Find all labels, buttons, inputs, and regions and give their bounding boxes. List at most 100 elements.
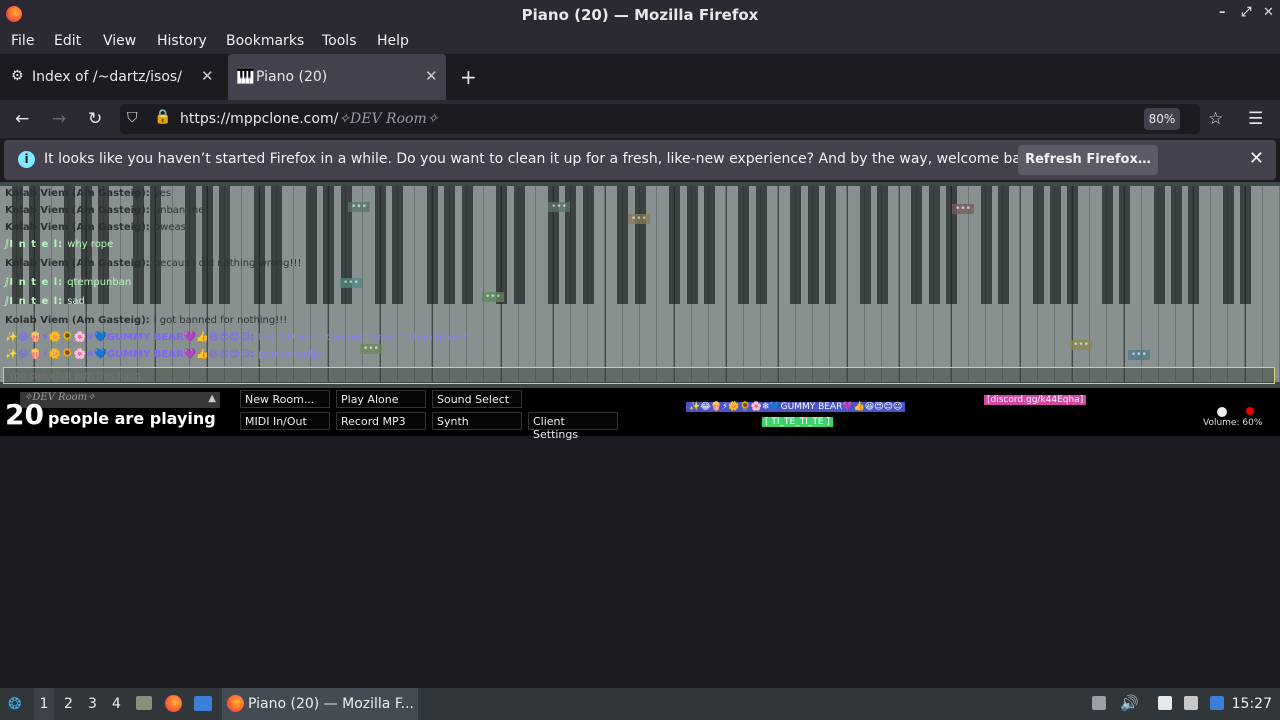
black-key[interactable]	[807, 186, 819, 304]
tab-label: Index of /~dartz/isos/	[32, 69, 182, 85]
black-key[interactable]	[859, 186, 871, 304]
taskbar-app-firefox[interactable]: Piano (20) — Mozilla F...	[222, 688, 418, 720]
black-key[interactable]	[911, 186, 923, 304]
black-key[interactable]	[997, 186, 1009, 304]
chat-message: Kolab Viem (Am Gasteig): yes	[5, 188, 172, 199]
chat-message: ⅉI n t e l: why rope	[5, 239, 114, 250]
black-key[interactable]	[1240, 186, 1252, 304]
menu-bookmarks[interactable]: Bookmarks	[226, 33, 304, 49]
globe-icon: ⚙	[11, 68, 24, 84]
record-mp3-button[interactable]: Record MP3	[336, 412, 426, 430]
url-bar[interactable]: ⛉ 🔒 https://mppclone.com/✧DEV Room✧ 80%	[120, 104, 1200, 134]
network-icon[interactable]	[1184, 696, 1198, 710]
tab-index-isos[interactable]: ⚙ Index of /~dartz/isos/ ✕	[0, 54, 226, 100]
black-key[interactable]	[1170, 186, 1182, 304]
black-key[interactable]	[1153, 186, 1165, 304]
close-tab-icon[interactable]: ✕	[425, 67, 438, 85]
black-key[interactable]	[1222, 186, 1234, 304]
black-key[interactable]	[496, 186, 508, 304]
player-count: 20 people are playing	[5, 398, 216, 431]
white-key[interactable]	[1262, 186, 1280, 382]
black-key[interactable]	[1032, 186, 1044, 304]
terminal-icon[interactable]	[194, 696, 212, 711]
synth-button[interactable]: Synth	[432, 412, 522, 430]
black-key[interactable]	[617, 186, 629, 304]
back-icon[interactable]: ←	[15, 109, 29, 129]
clipboard-icon[interactable]	[1158, 696, 1172, 710]
file-manager-icon[interactable]	[136, 696, 152, 710]
cursor-tag: •••	[1070, 340, 1092, 350]
close-window-icon[interactable]: ✕	[1263, 5, 1274, 20]
notification-bar: i It looks like you haven’t started Fire…	[4, 140, 1276, 180]
bookmark-star-icon[interactable]: ☆	[1208, 109, 1223, 129]
volume-icon[interactable]: 🔊	[1120, 694, 1139, 712]
firefox-launcher-icon[interactable]	[165, 695, 182, 712]
menu-history[interactable]: History	[157, 33, 207, 49]
new-tab-icon[interactable]: +	[460, 65, 477, 89]
record-indicator-icon	[1246, 407, 1254, 415]
chat-message: ⅉI n t e l: sad	[5, 296, 85, 307]
lock-icon[interactable]: 🔒	[154, 109, 171, 125]
volume-knob[interactable]	[1217, 407, 1227, 417]
chat-input[interactable]	[3, 367, 1275, 384]
menu-view[interactable]: View	[103, 33, 136, 49]
close-notification-icon[interactable]: ✕	[1249, 148, 1264, 169]
info-icon: i	[18, 151, 35, 168]
workspace-1[interactable]: 1	[34, 688, 54, 720]
black-key[interactable]	[738, 186, 750, 304]
piano-icon: 🎹	[236, 67, 255, 85]
black-key[interactable]	[1049, 186, 1061, 304]
url-text[interactable]: https://mppclone.com/✧DEV Room✧	[180, 111, 438, 127]
chat-message: ⅉI n t e l: qtempunban	[5, 277, 132, 288]
midi-button[interactable]: MIDI In/Out	[240, 412, 330, 430]
refresh-firefox-button[interactable]: Refresh Firefox…	[1018, 145, 1158, 175]
forward-icon[interactable]: →	[52, 109, 66, 129]
black-key[interactable]	[513, 186, 525, 304]
chat-log: Kolab Viem (Am Gasteig): yes Kolab Viem (…	[5, 186, 485, 364]
black-key[interactable]	[876, 186, 888, 304]
black-key[interactable]	[669, 186, 681, 304]
menu-help[interactable]: Help	[377, 33, 409, 49]
volume-label: Volume: 60%	[1203, 418, 1263, 428]
new-room-button[interactable]: New Room...	[240, 390, 330, 408]
menu-tools[interactable]: Tools	[322, 33, 357, 49]
sound-select-button[interactable]: Sound Select	[432, 390, 522, 408]
tray-up-icon[interactable]	[1092, 696, 1106, 710]
workspace-3[interactable]: 3	[88, 696, 97, 712]
black-key[interactable]	[1067, 186, 1079, 304]
close-tab-icon[interactable]: ✕	[201, 67, 214, 85]
black-key[interactable]	[582, 186, 594, 304]
menu-file[interactable]: File	[11, 33, 34, 49]
black-key[interactable]	[634, 186, 646, 304]
play-alone-button[interactable]: Play Alone	[336, 390, 426, 408]
notification-icon[interactable]	[1210, 696, 1224, 710]
black-key[interactable]	[703, 186, 715, 304]
menu-edit[interactable]: Edit	[54, 33, 81, 49]
black-key[interactable]	[928, 186, 940, 304]
zoom-level[interactable]: 80%	[1144, 108, 1180, 130]
window-title: Piano (20) — Mozilla Firefox	[521, 6, 759, 24]
workspace-2[interactable]: 2	[64, 696, 73, 712]
black-key[interactable]	[1101, 186, 1113, 304]
black-key[interactable]	[1119, 186, 1130, 304]
cursor-tag: •••	[482, 292, 504, 302]
user-name-tag: [ TI_TE_TI_TE ]	[762, 417, 833, 427]
workspace-4[interactable]: 4	[112, 696, 121, 712]
app-launcher-icon[interactable]: ❂	[8, 694, 21, 713]
taskbar: ❂ 1 2 3 4 Piano (20) — Mozilla F... 🔊 15…	[0, 688, 1280, 720]
black-key[interactable]	[980, 186, 992, 304]
minimize-icon[interactable]: –	[1219, 5, 1226, 20]
tab-piano[interactable]: 🎹 Piano (20) ✕	[228, 54, 446, 100]
shield-icon[interactable]: ⛉	[127, 110, 138, 126]
maximize-icon[interactable]: ⤢	[1241, 5, 1251, 20]
reload-icon[interactable]: ↻	[88, 109, 102, 129]
black-key[interactable]	[755, 186, 767, 304]
black-key[interactable]	[1188, 186, 1200, 304]
menu-bar: File Edit View History Bookmarks Tools H…	[0, 28, 1280, 54]
black-key[interactable]	[686, 186, 698, 304]
client-settings-button[interactable]: Client Settings	[528, 412, 618, 441]
hamburger-menu-icon[interactable]: ☰	[1248, 109, 1263, 129]
black-key[interactable]	[790, 186, 802, 304]
black-key[interactable]	[824, 186, 836, 304]
firefox-icon	[227, 695, 244, 712]
